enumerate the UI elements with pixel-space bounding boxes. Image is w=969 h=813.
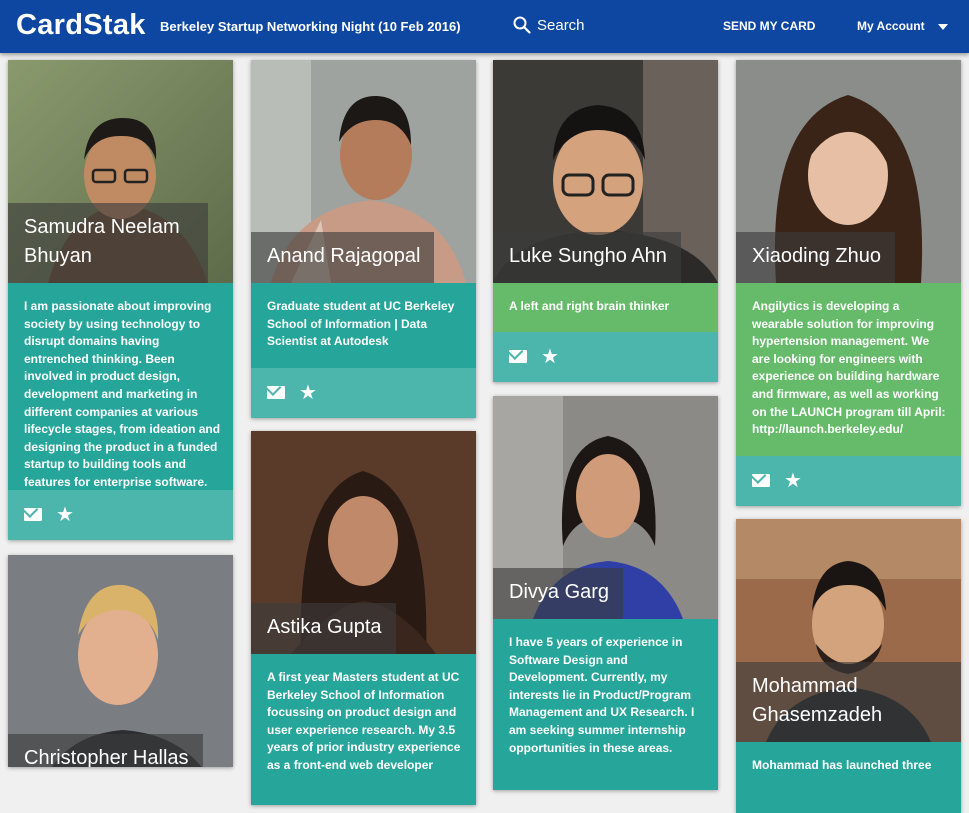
profile-description: A left and right brain thinker bbox=[493, 283, 718, 332]
profile-description: A first year Masters student at UC Berke… bbox=[251, 654, 476, 805]
profile-card[interactable]: Luke Sungho Ahn A left and right brain t… bbox=[493, 60, 718, 382]
profile-description: Mohammad has launched three bbox=[736, 742, 961, 813]
profile-card[interactable]: Divya Garg I have 5 years of experience … bbox=[493, 396, 718, 790]
mail-icon[interactable] bbox=[24, 508, 42, 521]
profile-photo: Xiaoding Zhuo bbox=[736, 60, 961, 283]
card-actions: ★ bbox=[736, 456, 961, 506]
star-icon[interactable]: ★ bbox=[56, 502, 74, 526]
profile-photo: Luke Sungho Ahn bbox=[493, 60, 718, 283]
star-icon[interactable]: ★ bbox=[299, 380, 317, 404]
profile-card[interactable]: Mohammad Ghasemzadeh Mohammad has launch… bbox=[736, 519, 961, 813]
search-button[interactable]: Search bbox=[513, 16, 585, 34]
profile-name: Christopher Hallas bbox=[8, 734, 203, 767]
event-title: Berkeley Startup Networking Night (10 Fe… bbox=[160, 19, 461, 34]
star-icon[interactable]: ★ bbox=[541, 344, 559, 368]
search-label: Search bbox=[537, 16, 585, 34]
profile-name: Astika Gupta bbox=[251, 603, 396, 654]
caret-down-icon[interactable] bbox=[938, 24, 948, 30]
profile-photo: Divya Garg bbox=[493, 396, 718, 619]
send-my-card-button[interactable]: SEND MY CARD bbox=[723, 19, 815, 33]
card-actions: ★ bbox=[251, 368, 476, 418]
my-account-menu[interactable]: My Account bbox=[857, 19, 925, 33]
profile-photo: Astika Gupta bbox=[251, 431, 476, 654]
app-logo[interactable]: CardStak bbox=[16, 9, 146, 42]
profile-name: Xiaoding Zhuo bbox=[736, 232, 895, 283]
profile-name: Mohammad Ghasemzadeh bbox=[736, 662, 961, 742]
card-actions: ★ bbox=[493, 332, 718, 382]
profile-photo: Samudra Neelam Bhuyan bbox=[8, 60, 233, 283]
profile-name: Luke Sungho Ahn bbox=[493, 232, 681, 283]
profile-name: Divya Garg bbox=[493, 568, 624, 619]
profile-photo: Anand Rajagopal bbox=[251, 60, 476, 283]
profile-name: Anand Rajagopal bbox=[251, 232, 435, 283]
search-icon bbox=[513, 16, 531, 34]
profile-description: Angilytics is developing a wearable solu… bbox=[736, 283, 961, 456]
top-navbar: CardStak Berkeley Startup Networking Nig… bbox=[0, 0, 969, 53]
profile-card[interactable]: Christopher Hallas bbox=[8, 555, 233, 767]
profile-photo: Mohammad Ghasemzadeh bbox=[736, 519, 961, 742]
profile-description: I have 5 years of experience in Software… bbox=[493, 619, 718, 790]
profile-name: Samudra Neelam Bhuyan bbox=[8, 203, 208, 283]
profile-description: Graduate student at UC Berkeley School o… bbox=[251, 283, 476, 368]
profile-card[interactable]: Samudra Neelam Bhuyan I am passionate ab… bbox=[8, 60, 233, 540]
star-icon[interactable]: ★ bbox=[784, 468, 802, 492]
mail-icon[interactable] bbox=[752, 474, 770, 487]
profile-card[interactable]: Astika Gupta A first year Masters studen… bbox=[251, 431, 476, 805]
profile-description: I am passionate about improving society … bbox=[8, 283, 233, 490]
profile-photo: Christopher Hallas bbox=[8, 555, 233, 767]
card-actions: ★ bbox=[8, 490, 233, 540]
mail-icon[interactable] bbox=[509, 350, 527, 363]
profile-card[interactable]: Xiaoding Zhuo Angilytics is developing a… bbox=[736, 60, 961, 506]
mail-icon[interactable] bbox=[267, 386, 285, 399]
profile-card[interactable]: Anand Rajagopal Graduate student at UC B… bbox=[251, 60, 476, 418]
